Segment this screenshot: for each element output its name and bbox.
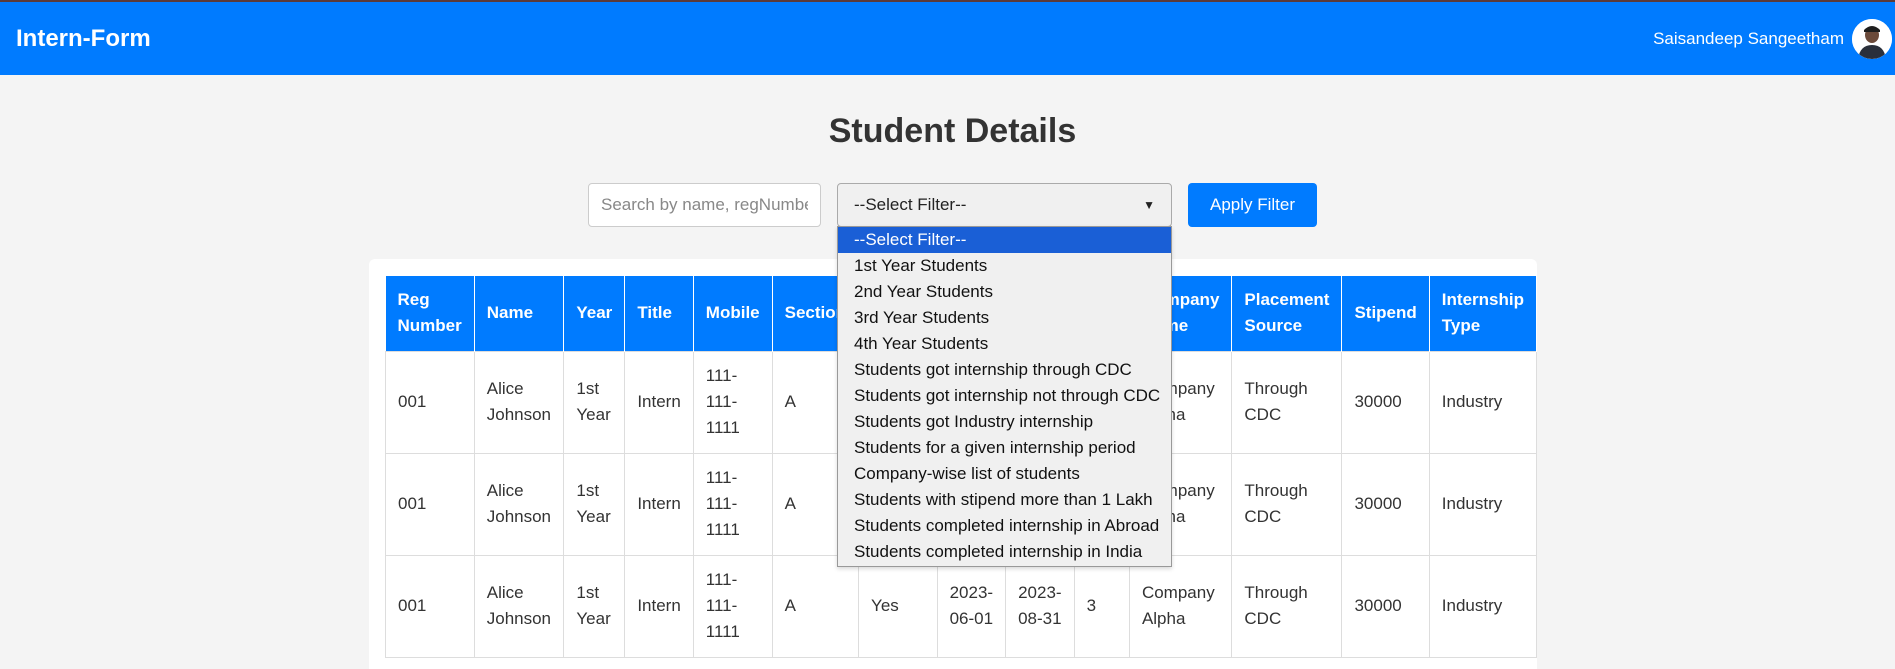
navbar: Intern-Form Saisandeep Sangeetham <box>0 0 1895 75</box>
col-header-year: Year <box>563 276 626 351</box>
table-cell: 001 <box>385 452 475 556</box>
table-cell: 1st Year <box>563 554 626 658</box>
col-header-mobile: Mobile <box>693 276 773 351</box>
col-header-name: Name <box>474 276 565 351</box>
filter-option[interactable]: 4th Year Students <box>838 331 1171 357</box>
filter-option[interactable]: Students got Industry internship <box>838 409 1171 435</box>
apply-filter-button[interactable]: Apply Filter <box>1188 183 1317 227</box>
table-cell: Through CDC <box>1231 350 1343 454</box>
table-cell: Yes <box>858 554 938 658</box>
table-cell: 111- 111- 1111 <box>692 452 773 556</box>
filter-dropdown-list[interactable]: --Select Filter-- 1st Year Students 2nd Ye… <box>837 226 1172 567</box>
filter-option[interactable]: Students got internship through CDC <box>838 357 1171 383</box>
filter-select[interactable]: --Select Filter-- ▼ <box>837 183 1172 227</box>
filter-option[interactable]: --Select Filter-- <box>838 227 1171 253</box>
filter-option[interactable]: Students got internship not through CDC <box>838 383 1171 409</box>
user-name[interactable]: Saisandeep Sangeetham <box>1653 29 1844 49</box>
table-cell: 001 <box>385 554 475 658</box>
filter-option[interactable]: Students for a given internship period <box>838 435 1171 461</box>
table-cell: Industry <box>1428 452 1538 556</box>
table-cell: Intern <box>624 452 694 556</box>
table-cell: 2023- 06-01 <box>936 554 1007 658</box>
table-cell: 2023- 08-31 <box>1005 554 1075 658</box>
col-header-title: Title <box>624 276 694 351</box>
table-row: 001 Alice Johnson 1st Year Intern 111- 111- 1111… <box>385 554 1538 658</box>
col-header-stipend: Stipend <box>1341 276 1430 351</box>
brand-title[interactable]: Intern-Form <box>16 25 151 53</box>
table-cell: Alice Johnson <box>473 350 565 454</box>
table-cell: 1st Year <box>563 350 626 454</box>
table-cell: Industry <box>1428 554 1538 658</box>
col-header-internship-type: Internship Type <box>1429 276 1538 351</box>
table-cell: Through CDC <box>1231 554 1343 658</box>
table-cell: CompanyAlpha <box>1128 554 1233 658</box>
filter-select-value: --Select Filter-- <box>854 195 967 214</box>
col-header-reg-number: Reg Number <box>385 276 475 351</box>
col-header-placement-source: Placement Source <box>1231 276 1343 351</box>
table-cell: 30000 <box>1341 554 1430 658</box>
user-menu[interactable]: Saisandeep Sangeetham <box>1653 18 1895 59</box>
table-cell: Intern <box>624 554 694 658</box>
table-cell: Alice Johnson <box>473 452 565 556</box>
filter-option[interactable]: Students completed internship in Abroad <box>838 513 1171 539</box>
filter-option[interactable]: 1st Year Students <box>838 253 1171 279</box>
search-input[interactable] <box>588 183 821 227</box>
chevron-down-icon: ▼ <box>1143 198 1155 212</box>
filter-option[interactable]: Students completed internship in India <box>838 539 1171 565</box>
table-cell: Through CDC <box>1231 452 1343 556</box>
table-cell: 30000 <box>1341 452 1430 556</box>
table-cell: Intern <box>624 350 694 454</box>
table-cell: Industry <box>1428 350 1538 454</box>
filter-option[interactable]: Company-wise list of students <box>838 461 1171 487</box>
table-cell: 001 <box>385 350 475 454</box>
filter-option[interactable]: Students with stipend more than 1 Lakh <box>838 487 1171 513</box>
table-cell: A <box>771 554 860 658</box>
user-avatar-icon[interactable] <box>1852 18 1892 59</box>
table-cell: 30000 <box>1341 350 1430 454</box>
filter-option[interactable]: 2nd Year Students <box>838 279 1171 305</box>
table-cell: Alice Johnson <box>473 554 565 658</box>
page-title: Student Details <box>828 112 1077 150</box>
table-cell: 1st Year <box>563 452 626 556</box>
table-cell: 111- 111- 1111 <box>692 350 773 454</box>
table-cell: 3 <box>1073 554 1130 658</box>
filter-option[interactable]: 3rd Year Students <box>838 305 1171 331</box>
table-cell: 111- 111- 1111 <box>692 554 773 658</box>
